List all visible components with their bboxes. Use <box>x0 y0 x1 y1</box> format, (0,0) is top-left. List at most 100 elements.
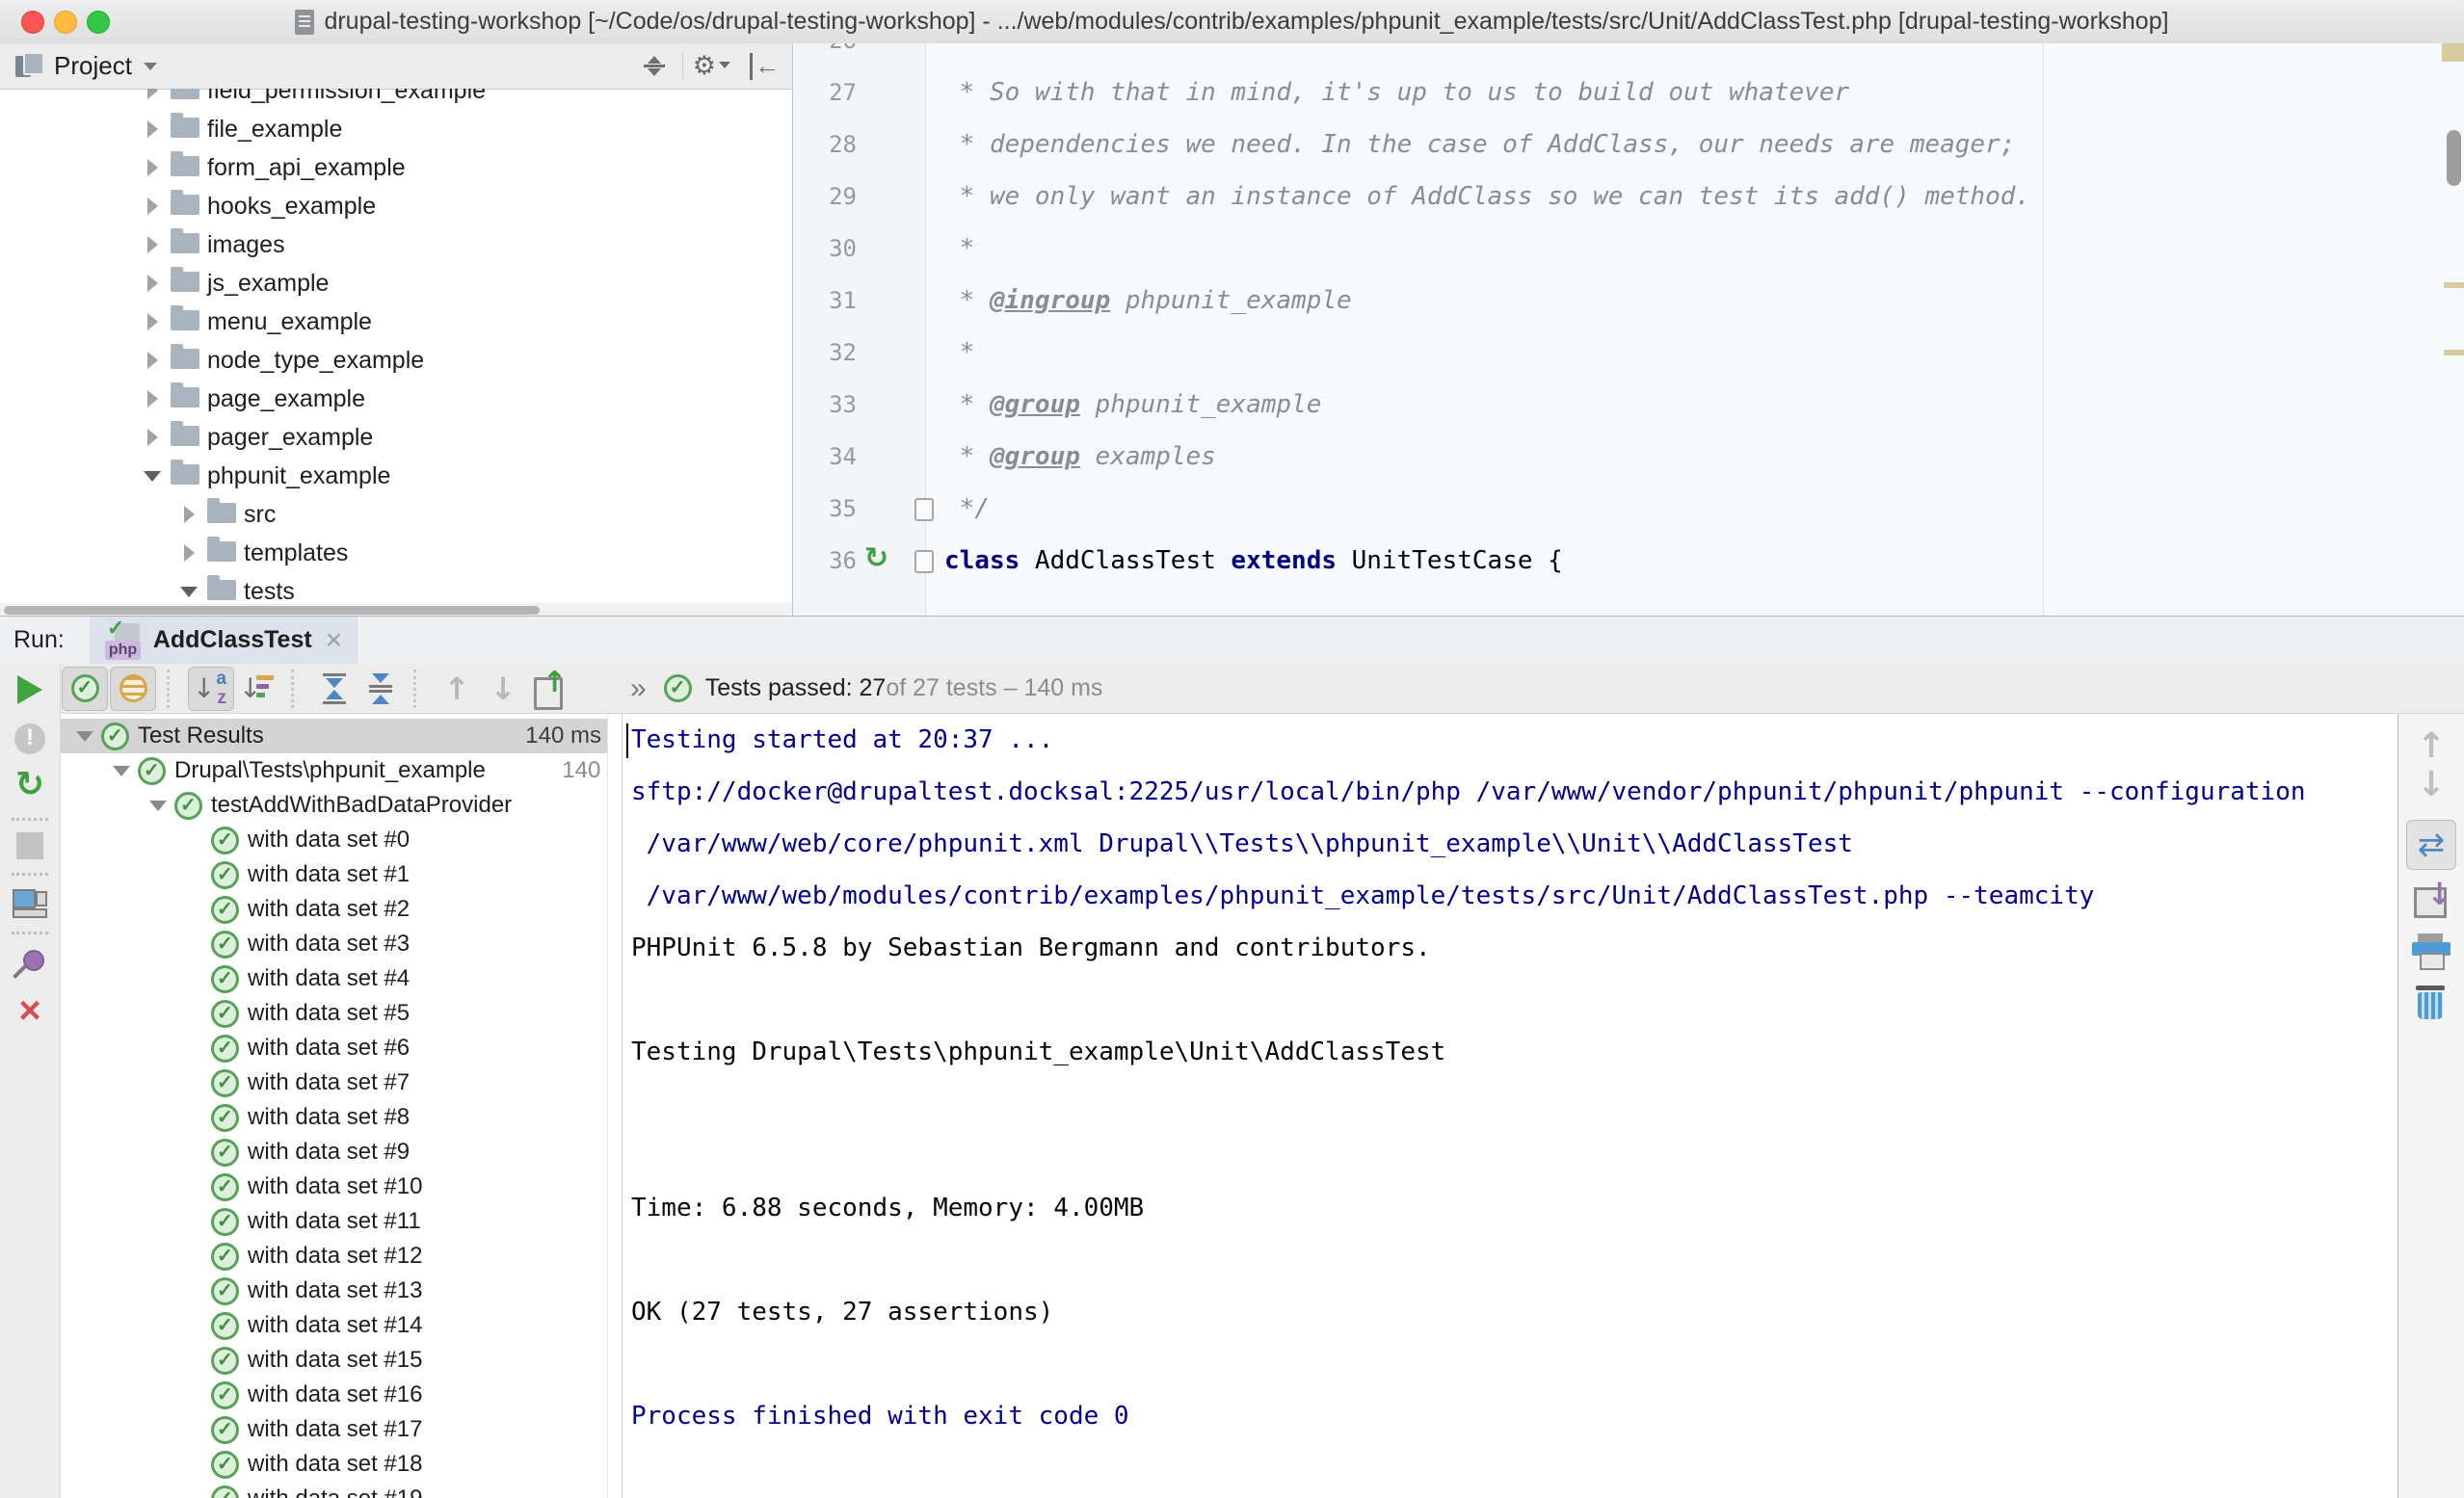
test-case-row[interactable]: with data set #70 ms <box>61 1065 608 1100</box>
prev-occurrence-button[interactable]: ↑ <box>2417 727 2446 766</box>
editor-line-28[interactable]: 28 * dependencies we need. In the case o… <box>793 118 2464 171</box>
chevron-right-icon[interactable] <box>140 313 165 330</box>
editor-line-33[interactable]: 33 * @group phpunit_example <box>793 379 2464 431</box>
chevron-right-icon[interactable] <box>140 89 165 99</box>
editor-line-32[interactable]: 32 * <box>793 327 2464 379</box>
test-case-row[interactable]: with data set #130 ms <box>61 1274 608 1308</box>
chevron-right-icon[interactable] <box>140 120 165 138</box>
next-failed-test-button[interactable]: ↓ <box>481 668 525 710</box>
project-tree-item-form_api_example[interactable]: form_api_example <box>0 148 792 187</box>
chevron-down-icon[interactable] <box>142 801 174 811</box>
toggle-auto-test-button[interactable]: ↻ <box>15 766 44 804</box>
project-tree-item-tests[interactable]: tests <box>0 572 792 603</box>
show-passed-toggle[interactable] <box>62 667 108 711</box>
previous-failed-test-button[interactable]: ↑ <box>435 668 479 710</box>
code-editor[interactable]: 2627 * So with that in mind, it's up to … <box>793 43 2464 617</box>
chevron-right-icon[interactable] <box>140 236 165 253</box>
hide-panel-button[interactable] <box>748 53 777 80</box>
test-case-row[interactable]: with data set #170 ms <box>61 1412 608 1447</box>
test-case-row[interactable]: with data set #110 ms <box>61 1204 608 1239</box>
test-case-row[interactable]: with data set #90 ms <box>61 1135 608 1169</box>
editor-line-34[interactable]: 34 * @group examples <box>793 431 2464 483</box>
chevron-right-icon[interactable] <box>140 159 165 176</box>
chevron-right-icon[interactable] <box>140 275 165 292</box>
test-case-row[interactable]: with data set #00 ms <box>61 823 608 857</box>
close-icon[interactable]: × <box>326 626 343 655</box>
fold-marker-icon[interactable] <box>914 550 934 573</box>
close-panel-button[interactable]: × <box>18 992 40 1029</box>
test-case-row[interactable]: with data set #140 ms <box>61 1308 608 1343</box>
chevron-right-icon[interactable] <box>140 429 165 446</box>
expand-all-button[interactable] <box>312 668 357 710</box>
test-suite-row[interactable]: Test Results140 ms <box>61 719 608 753</box>
chevron-down-icon[interactable] <box>140 471 165 482</box>
editor-line-30[interactable]: 30 * <box>793 223 2464 275</box>
editor-line-36[interactable]: 36↻class AddClassTest extends UnitTestCa… <box>793 535 2464 587</box>
project-tree-item-pager_example[interactable]: pager_example <box>0 418 792 457</box>
test-case-row[interactable]: with data set #190 ms <box>61 1482 608 1498</box>
test-case-row[interactable]: with data set #50 ms <box>61 996 608 1031</box>
chevron-right-icon[interactable] <box>176 544 201 562</box>
test-case-row[interactable]: with data set #160 ms <box>61 1378 608 1412</box>
clear-console-button[interactable] <box>2414 986 2449 1022</box>
chevron-right-icon[interactable] <box>176 506 201 523</box>
project-tree-item-images[interactable]: images <box>0 225 792 264</box>
chevron-down-icon[interactable] <box>144 63 157 70</box>
test-case-row[interactable]: with data set #60 ms <box>61 1031 608 1065</box>
next-occurrence-button[interactable]: ↓ <box>2417 766 2446 804</box>
test-case-row[interactable]: with data set #180 ms <box>61 1447 608 1482</box>
sort-alphabetically-toggle[interactable]: ↓az <box>188 667 234 711</box>
stop-button[interactable] <box>16 832 43 859</box>
project-tree-item-js_example[interactable]: js_example <box>0 264 792 302</box>
test-case-row[interactable]: with data set #30 ms <box>61 927 608 961</box>
test-case-row[interactable]: with data set #40 ms <box>61 961 608 996</box>
chevron-right-icon[interactable] <box>140 352 165 369</box>
chevron-double-right-icon[interactable]: » <box>630 672 647 705</box>
collapse-all-button[interactable] <box>358 668 403 710</box>
test-suite-row[interactable]: testAddWithBadDataProvider0 ms <box>61 788 608 823</box>
show-ignored-toggle[interactable] <box>110 667 156 711</box>
settings-gear-button[interactable]: ⚙ <box>693 51 730 81</box>
chevron-down-icon[interactable] <box>176 587 201 597</box>
import-test-results-button[interactable] <box>527 668 571 710</box>
chevron-down-icon[interactable] <box>105 766 138 776</box>
project-view-selector[interactable]: Project <box>54 51 132 81</box>
rerun-failed-tests-button[interactable] <box>14 723 45 754</box>
editor-line-35[interactable]: 35 */ <box>793 483 2464 535</box>
scrollbar-thumb[interactable] <box>4 606 540 615</box>
test-case-row[interactable]: with data set #20 ms <box>61 892 608 927</box>
project-tree-item-node_type_example[interactable]: node_type_example <box>0 341 792 380</box>
fold-marker-icon[interactable] <box>914 498 934 521</box>
project-tree-item-hooks_example[interactable]: hooks_example <box>0 187 792 225</box>
project-tree-item-file_example[interactable]: file_example <box>0 110 792 148</box>
chevron-down-icon[interactable] <box>68 731 101 742</box>
project-tree-item-src[interactable]: src <box>0 495 792 534</box>
project-tree-item-field_permission_example[interactable]: field_permission_example <box>0 89 792 110</box>
project-tree-item-page_example[interactable]: page_example <box>0 380 792 418</box>
test-case-row[interactable]: with data set #120 ms <box>61 1239 608 1274</box>
editor-scrollbar-thumb[interactable] <box>2447 130 2461 186</box>
soft-wrap-toggle[interactable]: ⇄ <box>2406 820 2456 870</box>
editor-line-27[interactable]: 27 * So with that in mind, it's up to us… <box>793 66 2464 118</box>
restore-layout-button[interactable] <box>13 889 47 918</box>
scroll-to-end-button[interactable] <box>2414 883 2449 916</box>
project-tree-item-phpunit_example[interactable]: phpunit_example <box>0 457 792 495</box>
chevron-right-icon[interactable] <box>140 390 165 407</box>
print-button[interactable] <box>2412 933 2451 966</box>
test-case-row[interactable]: with data set #100 ms <box>61 1169 608 1204</box>
editor-line-31[interactable]: 31 * @ingroup phpunit_example <box>793 275 2464 327</box>
sort-by-duration-toggle[interactable]: ↓ <box>236 668 280 710</box>
console-output[interactable]: Testing started at 20:37 ...sftp://docke… <box>622 714 2398 1498</box>
editor-line-29[interactable]: 29 * we only want an instance of AddClas… <box>793 171 2464 223</box>
project-tree-item-menu_example[interactable]: menu_example <box>0 302 792 341</box>
run-test-gutter-icon[interactable]: ↻ <box>864 542 888 575</box>
test-suite-row[interactable]: Drupal\Tests\phpunit_example140 ms <box>61 753 608 788</box>
run-configuration-tab[interactable]: php ✓ AddClassTest × <box>90 617 358 664</box>
test-case-row[interactable]: with data set #10 ms <box>61 857 608 892</box>
chevron-right-icon[interactable] <box>140 197 165 215</box>
editor-line-26[interactable]: 26 <box>793 43 2464 66</box>
collapse-all-button[interactable] <box>644 56 665 76</box>
rerun-button[interactable] <box>17 675 42 704</box>
test-case-row[interactable]: with data set #80 ms <box>61 1100 608 1135</box>
test-case-row[interactable]: with data set #150 ms <box>61 1343 608 1378</box>
